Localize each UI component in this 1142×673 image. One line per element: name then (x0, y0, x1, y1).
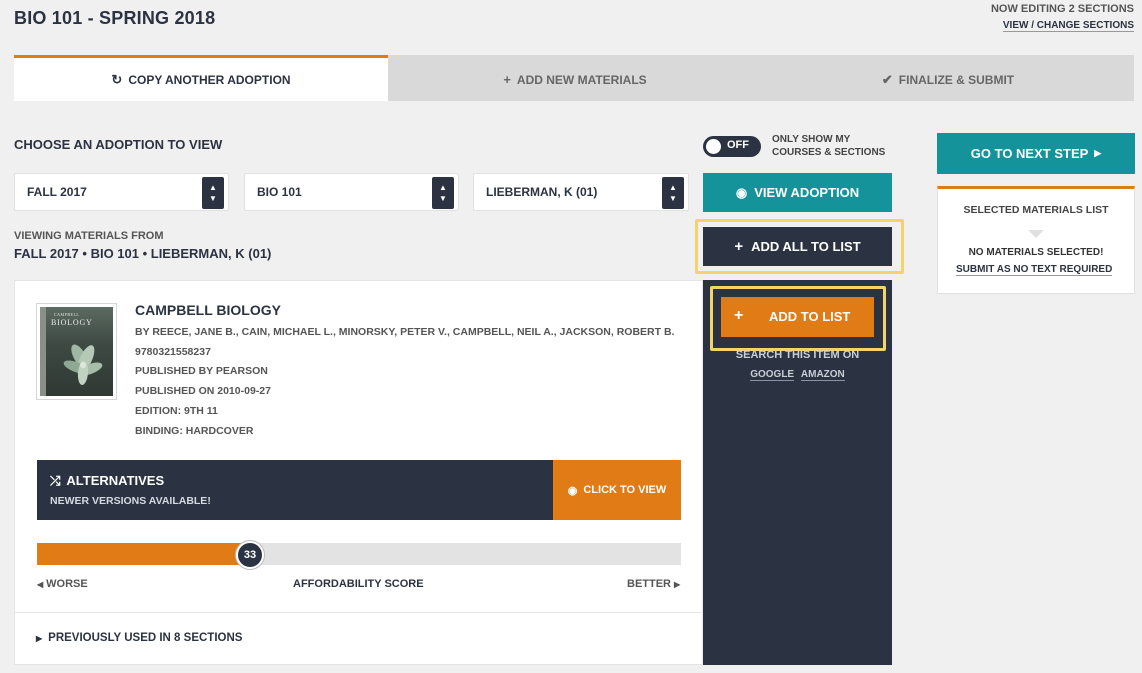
tab-finalize-submit[interactable]: ✔ FINALIZE & SUBMIT (762, 55, 1134, 101)
search-links: GOOGLE AMAZON (703, 369, 892, 381)
instructor-select[interactable]: LIEBERMAN, K (01) ▲ ▼ (473, 173, 689, 211)
view-adoption-button[interactable]: ◉ VIEW ADOPTION (703, 173, 892, 212)
worse-label: ◀ WORSE (37, 578, 88, 590)
add-all-to-list-button[interactable]: + ADD ALL TO LIST (703, 227, 892, 266)
tab-copy-adoption[interactable]: ↻ COPY ANOTHER ADOPTION (14, 55, 388, 101)
selected-materials-title: SELECTED MATERIALS LIST (963, 204, 1109, 216)
submit-no-text-required-link[interactable]: SUBMIT AS NO TEXT REQUIRED (956, 264, 1113, 276)
tab-add-new-materials[interactable]: + ADD NEW MATERIALS (388, 55, 762, 101)
previously-used-text: PREVIOUSLY USED IN 8 SECTIONS (48, 632, 243, 644)
click-to-view-button[interactable]: ◉ CLICK TO VIEW (553, 460, 681, 520)
alternatives-title: ⤮ ALTERNATIVES (50, 473, 164, 489)
viewing-materials-value: FALL 2017 • BIO 101 • LIEBERMAN, K (01) (14, 246, 272, 261)
plant-illustration (63, 344, 103, 385)
select-arrows-icon: ▲ ▼ (432, 177, 454, 209)
select-arrows-icon: ▲ ▼ (202, 177, 224, 209)
editing-sections-label: NOW EDITING 2 SECTIONS (990, 3, 1134, 15)
better-label-text: BETTER (627, 578, 671, 590)
tab-label: COPY ANOTHER ADOPTION (128, 72, 291, 87)
check-icon: ✔ (881, 71, 893, 87)
affordability-score-badge: 33 (236, 541, 264, 569)
add-to-list-button[interactable]: + ADD TO LIST (721, 297, 874, 337)
google-search-link[interactable]: GOOGLE (750, 369, 795, 381)
caret-left-icon: ◀ (37, 580, 44, 589)
tab-label: ADD NEW MATERIALS (516, 72, 647, 87)
book-isbn: 9780321558237 (135, 346, 211, 358)
view-change-sections-link[interactable]: VIEW / CHANGE SECTIONS (1002, 20, 1134, 32)
term-select[interactable]: FALL 2017 ▲ ▼ (14, 173, 229, 211)
previously-used-toggle[interactable]: ▶ PREVIOUSLY USED IN 8 SECTIONS (36, 632, 242, 644)
book-authors: BY REECE, JANE B., CAIN, MICHAEL L., MIN… (135, 326, 675, 338)
toggle-description: ONLY SHOW MY COURSES & SECTIONS (772, 134, 886, 158)
term-select-value: FALL 2017 (27, 185, 87, 199)
book-publisher: PUBLISHED BY PEARSON (135, 365, 268, 377)
search-item-label: SEARCH THIS ITEM ON (735, 349, 860, 361)
step-tabs: ↻ COPY ANOTHER ADOPTION + ADD NEW MATERI… (14, 55, 1134, 101)
tab-label: FINALIZE & SUBMIT (898, 72, 1015, 87)
add-all-label: ADD ALL TO LIST (751, 239, 861, 254)
course-select-value: BIO 101 (257, 185, 302, 199)
no-materials-text: NO MATERIALS SELECTED! (968, 247, 1104, 258)
selected-materials-panel (937, 186, 1135, 294)
refresh-icon: ↻ (111, 71, 123, 87)
alternatives-title-text: ALTERNATIVES (66, 473, 165, 488)
toggle-state-label: OFF (727, 139, 749, 151)
better-label: BETTER ▶ (627, 578, 680, 590)
divider (14, 612, 703, 613)
course-select[interactable]: BIO 101 ▲ ▼ (244, 173, 459, 211)
select-arrows-icon: ▲ ▼ (662, 177, 684, 209)
amazon-search-link[interactable]: AMAZON (800, 369, 845, 381)
alternatives-bar (37, 460, 553, 520)
plus-icon: + (503, 72, 511, 87)
add-to-list-label: ADD TO LIST (769, 309, 851, 324)
book-published-date: PUBLISHED ON 2010-09-27 (135, 385, 271, 397)
eye-icon: ◉ (567, 484, 578, 497)
next-step-label: GO TO NEXT STEP (970, 146, 1089, 161)
view-adoption-label: VIEW ADOPTION (754, 185, 860, 200)
instructor-select-value: LIEBERMAN, K (01) (486, 185, 598, 199)
shuffle-icon: ⤮ (50, 473, 61, 488)
choose-adoption-heading: CHOOSE AN ADOPTION TO VIEW (14, 137, 223, 152)
viewing-materials-label: VIEWING MATERIALS FROM (14, 230, 164, 242)
alternatives-subtitle: NEWER VERSIONS AVAILABLE! (50, 495, 211, 507)
plus-icon: + (734, 238, 744, 255)
book-edition: EDITION: 9TH 11 (135, 405, 218, 417)
affordability-score-label: AFFORDABILITY SCORE (293, 578, 424, 590)
worse-label-text: WORSE (46, 578, 88, 590)
my-courses-toggle[interactable]: OFF (703, 136, 761, 157)
caret-down-icon (1028, 230, 1044, 238)
book-cover-image: CAMPBELL BIOLOGY (36, 303, 117, 400)
book-binding: BINDING: HARDCOVER (135, 425, 254, 437)
caret-right-icon: ▶ (36, 634, 43, 643)
click-to-view-label: CLICK TO VIEW (583, 484, 667, 496)
page-title: BIO 101 - SPRING 2018 (14, 8, 216, 28)
affordability-fill (37, 543, 250, 565)
caret-right-icon: ▶ (1094, 148, 1102, 158)
caret-right-icon: ▶ (674, 580, 681, 589)
toggle-knob (706, 139, 721, 154)
plus-icon: + (734, 307, 744, 324)
go-to-next-step-button[interactable]: GO TO NEXT STEP ▶ (937, 133, 1135, 174)
book-title: CAMPBELL BIOLOGY (135, 302, 281, 318)
eye-icon: ◉ (735, 184, 748, 200)
